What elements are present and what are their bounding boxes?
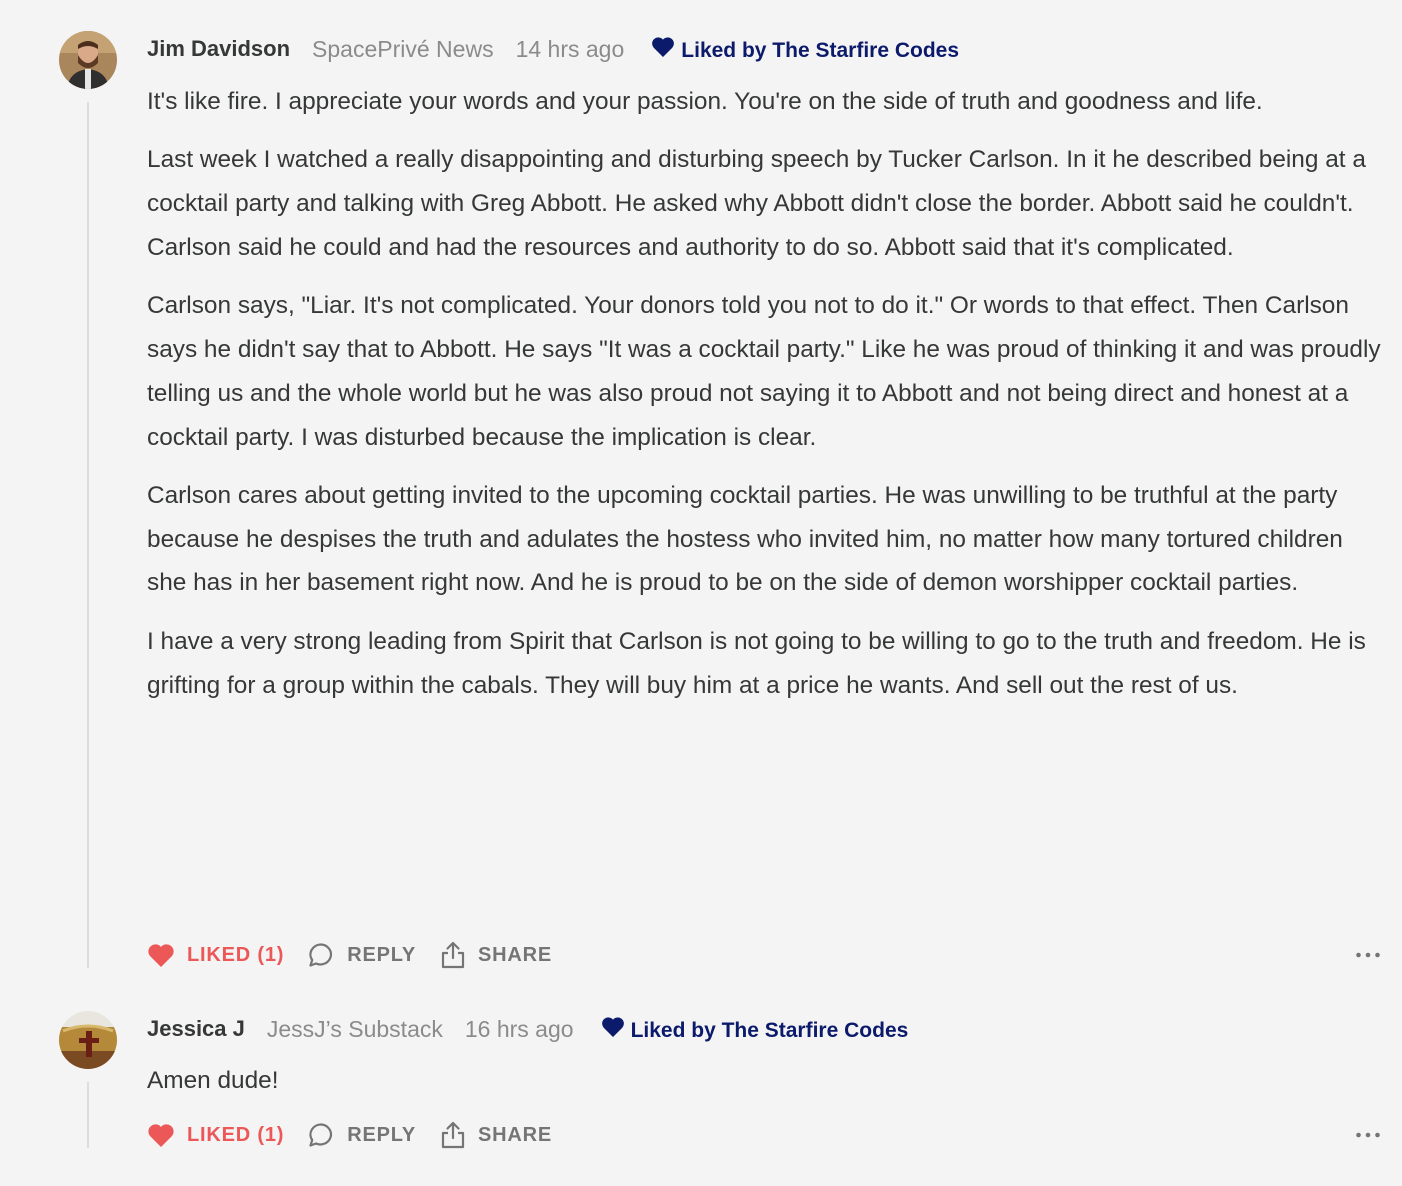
like-label: LIKED (1) — [187, 943, 285, 966]
comment-actions: LIKED (1) REPLY SHARE — [147, 1120, 552, 1150]
heart-filled-red-icon — [148, 1123, 174, 1147]
speech-bubble-icon — [309, 943, 333, 967]
timestamp[interactable]: 14 hrs ago — [516, 36, 625, 63]
like-label: LIKED (1) — [187, 1123, 285, 1146]
share-button[interactable]: SHARE — [440, 1121, 552, 1149]
comment-paragraph: Carlson says, "Liar. It's not complicate… — [147, 292, 1381, 451]
comment-paragraph: Last week I watched a really disappointi… — [147, 146, 1366, 261]
share-label: SHARE — [478, 1123, 553, 1146]
avatar[interactable] — [59, 1011, 117, 1069]
speech-bubble-icon — [309, 1123, 333, 1147]
comment-header: Jessica J JessJ’s Substack 16 hrs ago Li… — [147, 1014, 908, 1044]
author-name[interactable]: Jessica J — [147, 1016, 245, 1042]
ellipsis-icon[interactable] — [1355, 951, 1381, 959]
avatar[interactable] — [59, 31, 117, 89]
comment-body: Amen dude! — [147, 1059, 1387, 1117]
comment-paragraph: It's like fire. I appreciate your words … — [147, 88, 1263, 115]
share-upload-icon — [441, 941, 465, 969]
like-button[interactable]: LIKED (1) — [147, 943, 284, 968]
author-name[interactable]: Jim Davidson — [147, 36, 290, 62]
comment-paragraph: Amen dude! — [147, 1067, 279, 1094]
timestamp[interactable]: 16 hrs ago — [465, 1016, 574, 1043]
comment-actions: LIKED (1) REPLY SHARE — [147, 940, 552, 970]
like-button[interactable]: LIKED (1) — [147, 1123, 284, 1148]
heart-filled-navy-icon — [601, 1017, 624, 1037]
thread-line[interactable] — [87, 1082, 89, 1148]
share-button[interactable]: SHARE — [440, 941, 552, 969]
heart-filled-red-icon — [148, 943, 174, 967]
reply-button[interactable]: REPLY — [308, 942, 416, 968]
reply-label: REPLY — [347, 1123, 417, 1146]
publication-link[interactable]: SpacePrivé News — [312, 36, 494, 63]
share-label: SHARE — [478, 943, 553, 966]
liked-by-text: Liked by The Starfire Codes — [681, 39, 960, 62]
comment-paragraph: Carlson cares about getting invited to t… — [147, 481, 1343, 597]
comment-paragraph: I have a very strong leading from Spirit… — [147, 627, 1366, 699]
heart-filled-navy-icon — [652, 37, 675, 57]
liked-by-badge: Liked by The Starfire Codes — [651, 37, 960, 63]
comment-body: It's like fire. I appreciate your words … — [147, 80, 1387, 722]
liked-by-text: Liked by The Starfire Codes — [630, 1019, 909, 1042]
liked-by-badge: Liked by The Starfire Codes — [601, 1017, 909, 1043]
reply-label: REPLY — [347, 943, 417, 966]
thread-line[interactable] — [87, 102, 89, 968]
reply-button[interactable]: REPLY — [308, 1122, 416, 1148]
publication-link[interactable]: JessJ’s Substack — [267, 1016, 443, 1043]
share-upload-icon — [441, 1121, 465, 1149]
comment-header: Jim Davidson SpacePrivé News 14 hrs ago … — [147, 34, 959, 64]
ellipsis-icon[interactable] — [1355, 1131, 1381, 1139]
